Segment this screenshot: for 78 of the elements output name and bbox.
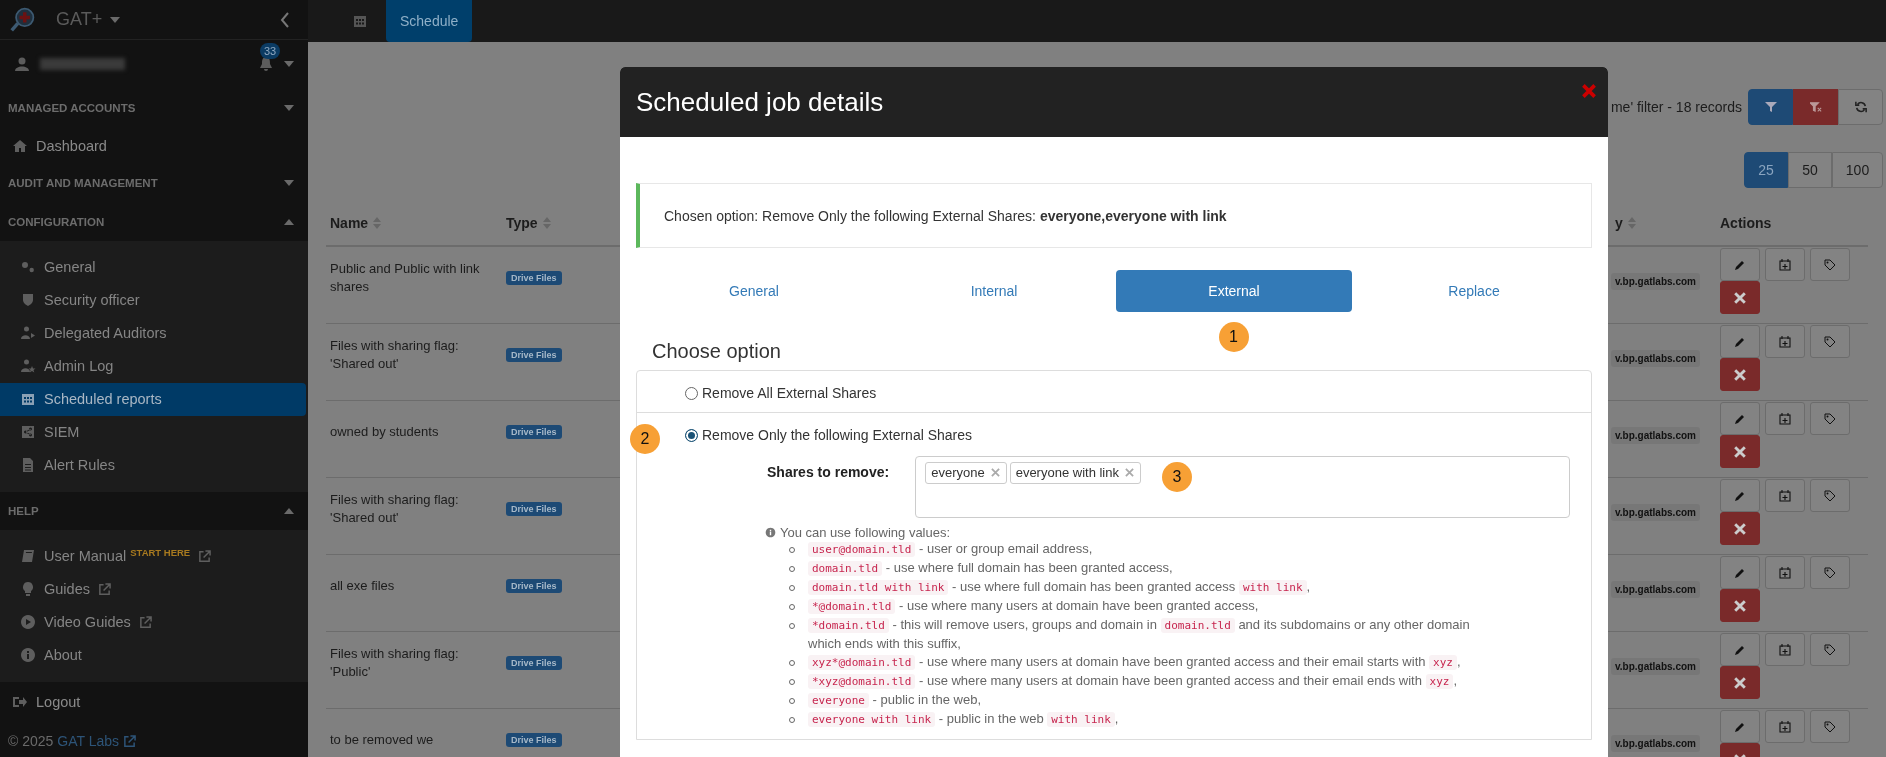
notification-badge: 33 [260,43,281,60]
copyright-text: © 2025 [8,733,54,749]
help-item: *@domain.tld - use where many users at domain have been granted access, [808,596,1484,616]
sidebar-item[interactable]: Delegated Auditors [0,316,308,350]
table-cell-text: Public and Public with link shares [330,260,481,296]
filter-summary: me' filter - 18 records [1610,99,1742,115]
modal-title: Scheduled job details [636,86,884,118]
sidebar-item[interactable]: Guides [0,572,308,606]
table-cell-text: Files with sharing flag: 'Shared out' [330,337,460,373]
domain-label: v.bp.gatlabs.com [1611,503,1700,521]
company-link[interactable]: GAT Labs [57,733,120,749]
help-item: domain.tld - use where full domain has been granted access, [808,558,1484,578]
sidebar-item[interactable]: Admin Log [0,349,308,383]
page-size-button[interactable]: 100 [1832,152,1883,188]
sidebar-item[interactable]: Security officer [0,283,308,317]
start-here-label: START HERE [130,546,191,558]
step-marker: 1 [1218,322,1249,352]
section-heading[interactable]: HELP [8,504,39,517]
type-badge: Drive Files [506,656,562,670]
tab[interactable]: Replace [1356,270,1592,312]
page-size-button[interactable]: 25 [1744,152,1788,188]
type-badge: Drive Files [506,425,562,439]
alert-text: Chosen option: Remove Only the following External Shares: everyone,everyone with link [664,207,1227,224]
nav-tab[interactable]: Schedule [386,0,473,42]
help-item: *domain.tld - this will remove users, groups and domain in domain.tld and its subdomains or any other domain which ends with this suffix, [808,615,1471,653]
domain-label: v.bp.gatlabs.com [1611,272,1700,290]
type-badge: Drive Files [506,348,562,362]
radio-option[interactable]: Remove All External Shares [685,385,877,401]
step-marker: 3 [1162,461,1192,492]
column-header[interactable]: Actions [1720,214,1772,231]
help-item: domain.tld with link - use where full domain has been granted access with link , [808,577,1484,597]
column-header[interactable]: Type [506,214,538,231]
type-badge: Drive Files [506,733,562,747]
tab[interactable]: General [636,270,872,312]
tags-input-field[interactable]: everyone everyone with link 3 [915,455,1571,518]
domain-label: v.bp.gatlabs.com [1611,349,1700,367]
help-item: *xyz@domain.tld - use where many users at domain have been granted access and their email ends with xyz , [808,671,1484,691]
app-name[interactable]: GAT+ [56,9,103,30]
tab[interactable]: External [1116,270,1352,312]
logout-link[interactable]: Logout [0,683,308,721]
table-cell: to be removed we [330,731,434,749]
table-cell-text: Files with sharing flag: 'Public' [330,645,460,681]
tag-label: everyone [931,464,985,480]
column-header[interactable]: Name [330,214,369,231]
step-marker: 2 [630,424,660,454]
sidebar-item[interactable]: General [0,250,308,284]
type-badge: Drive Files [506,502,562,516]
help-item: user@domain.tld - user or group email address, [808,539,1484,559]
table-cell: owned by students [330,423,439,441]
section-heading[interactable]: MANAGED ACCOUNTS [8,101,136,114]
sidebar-item[interactable]: About [0,638,308,672]
section-heading: Choose option [652,340,782,360]
sidebar-item[interactable]: SIEM [0,415,308,449]
column-header[interactable]: y [1615,214,1623,231]
table-cell: all exe files [330,577,395,595]
table-cell-text: Files with sharing flag: 'Shared out' [330,491,460,527]
type-badge: Drive Files [506,271,562,285]
sidebar-item[interactable]: Video Guides [0,605,308,639]
section-heading[interactable]: CONFIGURATION [8,215,105,228]
help-item: everyone - public in the web, [808,690,1484,710]
radio-option[interactable]: Remove Only the following External Shares [685,427,973,443]
tag-label: everyone with link [1015,464,1119,480]
help-item: xyz*@domain.tld - use where many users at domain have been granted access and their email starts with xyz , [808,652,1484,672]
sidebar-item[interactable]: User Manual $^{START HERE}$ [0,539,308,573]
type-badge: Drive Files [506,579,562,593]
sidebar-item[interactable]: Scheduled reports [0,382,306,416]
sidebar-item[interactable]: Dashboard [0,127,308,165]
page-size-button[interactable]: 50 [1788,152,1832,188]
section-heading[interactable]: AUDIT AND MANAGEMENT [8,177,158,190]
domain-label: v.bp.gatlabs.com [1611,657,1700,675]
field-label: Shares to remove: [767,463,890,480]
tab[interactable]: Internal [876,270,1112,312]
domain-label: v.bp.gatlabs.com [1611,734,1700,752]
domain-label: v.bp.gatlabs.com [1611,426,1700,444]
help-item: everyone with link - public in the web with link , [808,709,1484,729]
domain-label: v.bp.gatlabs.com [1611,580,1700,598]
help-text: You can use following values: [780,524,951,540]
sidebar-item[interactable]: Alert Rules [0,448,308,482]
